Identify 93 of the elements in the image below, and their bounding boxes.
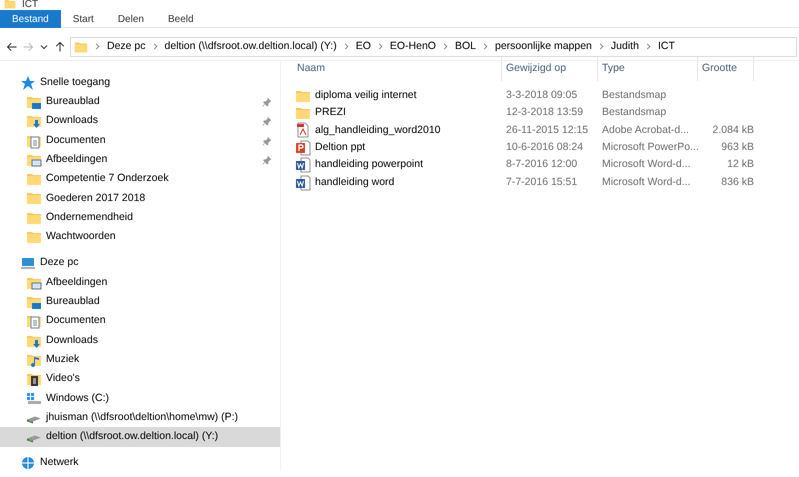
- table-cell-text: 836 kB: [720, 174, 754, 190]
- table-cell-text: Microsoft Word-d...: [601, 174, 692, 190]
- presentation-file-icon: [295, 140, 311, 156]
- nav-item[interactable]: Bureaublad: [0, 292, 280, 312]
- file-name[interactable]: alg_handleiding_word2010: [293, 122, 502, 138]
- chevron-icon: [482, 43, 489, 50]
- folder-icon: [26, 171, 42, 188]
- back-arrow-icon[interactable]: [6, 40, 18, 52]
- nav-item[interactable]: Netwerk: [0, 454, 280, 473]
- nav-item[interactable]: Goederen 2017 2018: [0, 188, 280, 208]
- table-cell-text: 7-7-2016 15:51: [505, 174, 578, 190]
- star-icon: [20, 74, 36, 91]
- up-arrow-icon[interactable]: [54, 40, 66, 52]
- computer-icon: [20, 255, 36, 272]
- table-cell-text: 8-7-2016 12:00: [505, 157, 578, 172]
- nav-item[interactable]: Windows (C:): [0, 388, 280, 408]
- pin-icon: [262, 136, 272, 146]
- nav-item[interactable]: Ondernemendheid: [0, 208, 280, 228]
- folder-icon: [26, 229, 42, 246]
- folder-icon: [295, 105, 311, 122]
- file-name[interactable]: handleiding word: [293, 174, 502, 191]
- table-cell-text: 10-6-2016 08:24: [505, 140, 584, 155]
- ribbon-tab[interactable]: Start: [60, 10, 106, 28]
- chevron-icon: [152, 43, 159, 50]
- table-cell-text: 2.084 kB: [712, 122, 754, 138]
- table-cell-text: Microsoft PowerPo...: [601, 140, 698, 155]
- nav-item[interactable]: Documenten: [0, 312, 280, 331]
- window-title: ICT: [22, 0, 38, 10]
- network-icon: [20, 455, 36, 472]
- nav-item[interactable]: deltion (\\dfsroot.ow.deltion.local) (Y:): [0, 427, 280, 447]
- column-header[interactable]: Type: [598, 57, 698, 81]
- download-folder-icon: [26, 113, 42, 130]
- video-folder-icon: [26, 371, 42, 388]
- nav-item[interactable]: Snelle toegang: [0, 73, 280, 92]
- folder-icon: [26, 190, 42, 206]
- nav-item[interactable]: jhuisman (\\dfsroot\deltion\home\mw) (P:): [0, 408, 280, 428]
- breadcrumb-item[interactable]: persoonlijke mappen: [495, 38, 592, 54]
- pin-icon: [262, 116, 272, 126]
- breadcrumb-item[interactable]: EO-HenO: [390, 38, 436, 54]
- word-file-icon: [295, 174, 311, 191]
- nav-item[interactable]: Afbeeldingen: [0, 272, 280, 292]
- nav-item[interactable]: Competentie 7 Onderzoek: [0, 169, 280, 189]
- table-cell-text: Microsoft Word-d...: [601, 157, 692, 172]
- nav-item[interactable]: Downloads: [0, 330, 280, 350]
- document-folder-icon: [26, 313, 42, 330]
- ribbon-tab[interactable]: Beeld: [156, 10, 206, 28]
- file-name[interactable]: diploma veilig internet: [293, 88, 502, 104]
- nav-item[interactable]: Video's: [0, 369, 280, 389]
- chevron-icon: [342, 43, 350, 50]
- file-name[interactable]: handleiding powerpoint: [293, 157, 502, 174]
- word-file-icon: [295, 157, 311, 174]
- file-name[interactable]: Deltion ppt: [293, 140, 502, 156]
- pin-icon: [262, 154, 272, 165]
- drive-icon: [26, 390, 42, 406]
- breadcrumb-item[interactable]: Deze pc: [107, 38, 146, 54]
- table-cell-text: Bestandsmap: [601, 105, 668, 120]
- pin-icon: [262, 96, 272, 107]
- column-header[interactable]: Gewijzigd op: [502, 57, 598, 81]
- table-cell-text: Bestandsmap: [601, 88, 668, 103]
- ribbon-tab[interactable]: Bestand: [0, 10, 61, 28]
- table-cell-text: 26-11-2015 12:15: [505, 122, 590, 138]
- nav-item[interactable]: Muziek: [0, 350, 280, 370]
- folder-icon: [74, 40, 88, 54]
- ribbon-tab[interactable]: Delen: [106, 10, 156, 28]
- chevron-icon: [376, 43, 384, 50]
- nav-item[interactable]: Downloads: [0, 112, 280, 131]
- nav-item[interactable]: Deze pc: [0, 254, 280, 273]
- nav-item[interactable]: Bureaublad: [0, 92, 280, 112]
- file-name[interactable]: PREZI: [293, 105, 502, 122]
- column-header[interactable]: Naam: [293, 57, 502, 81]
- table-cell-text: 963 kB: [720, 140, 754, 155]
- breadcrumb-item[interactable]: deltion (\\dfsroot.ow.deltion.local) (Y:): [164, 38, 337, 54]
- breadcrumb-item[interactable]: Judith: [610, 38, 639, 54]
- breadcrumb-item[interactable]: EO: [356, 38, 371, 54]
- table-cell-text: 12-3-2018 13:59: [505, 105, 584, 120]
- breadcrumb-item[interactable]: BOL: [454, 38, 476, 54]
- chevron-icon: [442, 43, 449, 50]
- chevron-icon: [644, 43, 652, 50]
- network-drive-icon: [26, 416, 42, 424]
- chevron-icon: [598, 43, 605, 50]
- table-cell-text: 3-3-2018 09:05: [505, 88, 578, 103]
- nav-item[interactable]: Documenten: [0, 130, 280, 150]
- network-drive-icon: [26, 434, 42, 443]
- table-cell-text: Adobe Acrobat-d...: [601, 122, 690, 138]
- folder-icon: [4, 0, 16, 10]
- pdf-file-icon: [295, 122, 311, 138]
- column-header[interactable]: Grootte: [698, 57, 754, 81]
- address-bar[interactable]: Deze pc deltion (\\dfsroot.ow.deltion.local) (Y:) EO EO-HenO BOL persoonlijke mappen Judith ICT: [70, 36, 797, 56]
- breadcrumb-item[interactable]: ICT: [658, 38, 675, 54]
- nav-item[interactable]: Wachtwoorden: [0, 227, 280, 247]
- nav-item[interactable]: Afbeeldingen: [0, 150, 280, 170]
- table-cell-text: 12 kB: [726, 157, 754, 172]
- chevron-icon: [94, 43, 101, 50]
